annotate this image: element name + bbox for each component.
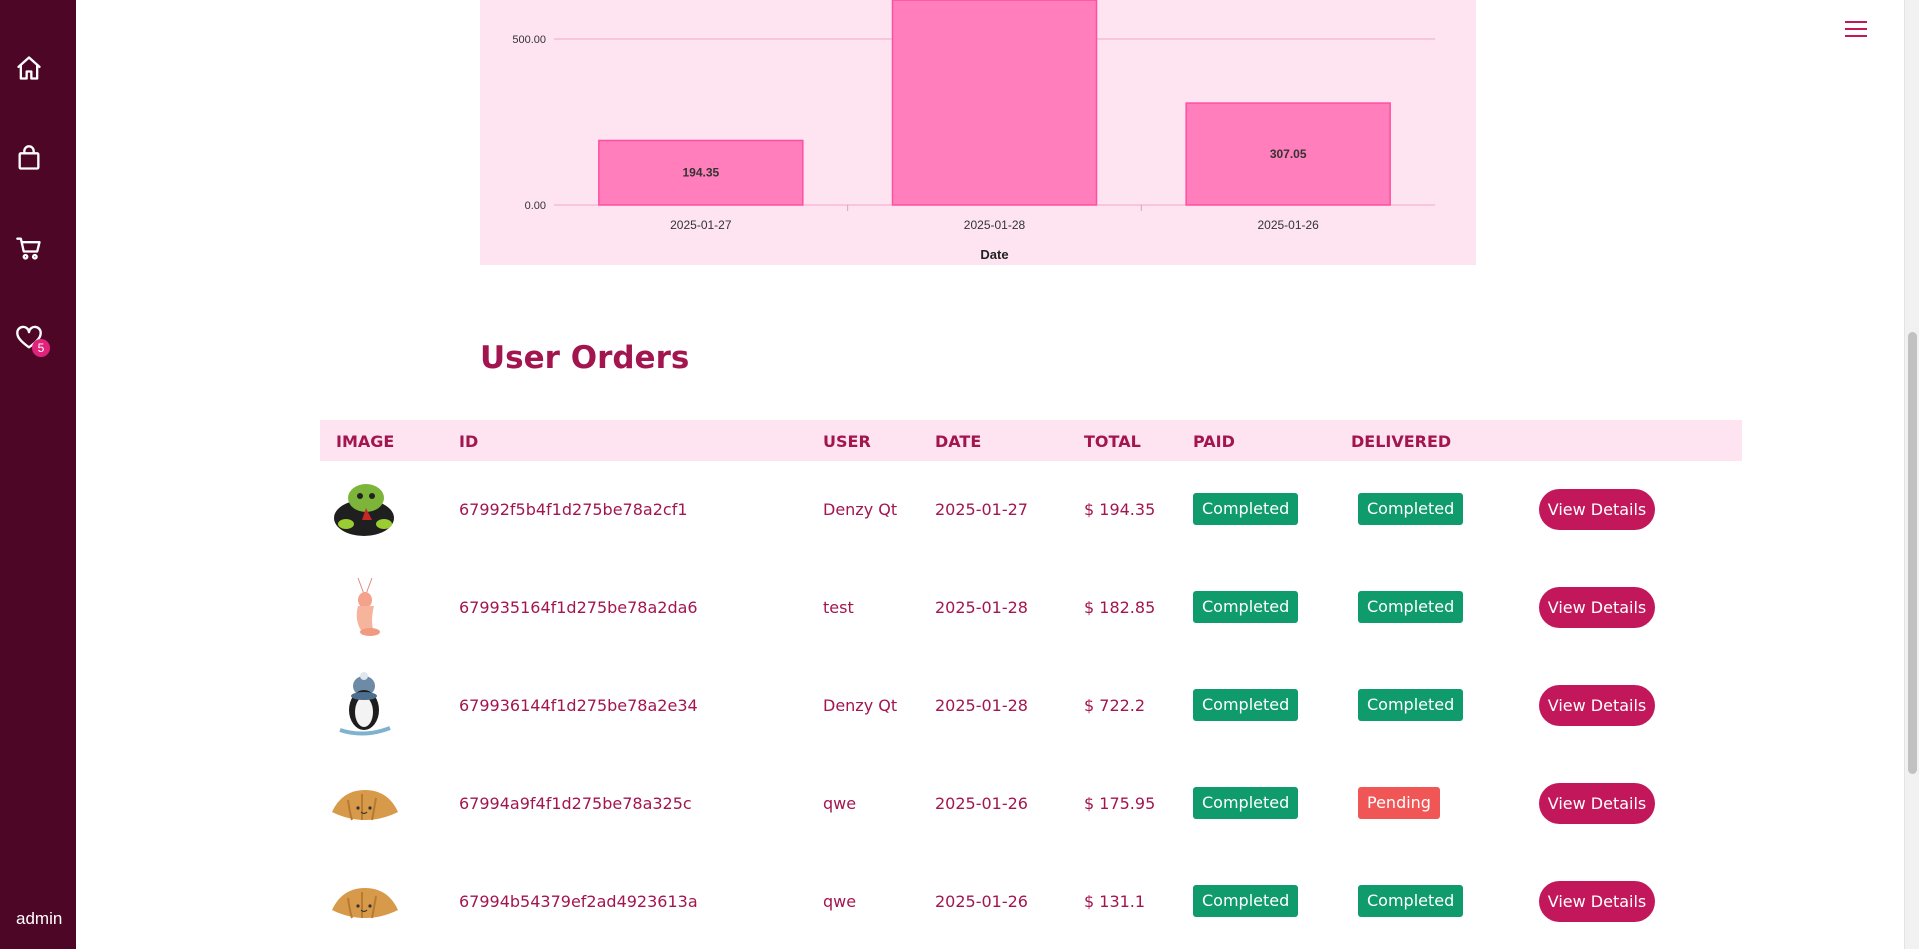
cart-icon[interactable] — [13, 232, 45, 264]
order-id: 679935164f1d275be78a2da6 — [459, 598, 698, 617]
delivered-status-badge: Completed — [1358, 493, 1464, 525]
view-details-button[interactable]: View Details — [1539, 881, 1655, 922]
order-user: qwe — [823, 892, 857, 911]
table-row: 679936144f1d275be78a2e34 Denzy Qt 2025-01-… — [320, 656, 1742, 754]
order-user: Denzy Qt — [823, 696, 898, 715]
table-row: 67992f5b4f1d275be78a2cf1 Denzy Qt 2025-01-… — [320, 460, 1742, 558]
product-thumbnail — [328, 672, 402, 738]
delivered-status-badge: Completed — [1358, 591, 1464, 623]
delivered-status-badge: Pending — [1358, 787, 1440, 819]
header-delivered: DELIVERED — [1351, 432, 1452, 451]
view-details-button[interactable]: View Details — [1539, 587, 1655, 628]
header-id: ID — [459, 432, 479, 451]
order-id: 679936144f1d275be78a2e34 — [459, 696, 698, 715]
order-total: $ 722.2 — [1084, 696, 1146, 715]
bar-chart: 0.00 500.00 194.35 2025-01-27 2025-01-28 307.… — [512, 0, 1435, 262]
page-title: User Orders — [480, 340, 690, 376]
y-tick-label: 0.00 — [525, 200, 546, 212]
bar-data-label: 194.35 — [682, 166, 719, 180]
paid-status-badge: Completed — [1193, 885, 1299, 917]
home-icon[interactable] — [13, 52, 45, 84]
product-thumbnail — [328, 770, 402, 836]
table-row: 679935164f1d275be78a2da6 test 2025-01-28 $ … — [320, 558, 1742, 656]
sales-chart: 0.00 500.00 194.35 2025-01-27 2025-01-28 307.… — [480, 0, 1476, 265]
header-total: TOTAL — [1084, 432, 1141, 451]
user-label[interactable]: admin — [16, 909, 62, 929]
x-tick-label: 2025-01-28 — [964, 218, 1026, 232]
table-row: 67994a9f4f1d275be78a325c qwe 2025-01-26 $ 1… — [320, 754, 1742, 852]
order-user: qwe — [823, 794, 857, 813]
y-tick-label: 500.00 — [512, 34, 546, 46]
order-date: 2025-01-26 — [935, 794, 1028, 813]
paid-status-badge: Completed — [1193, 591, 1299, 623]
order-date: 2025-01-28 — [935, 696, 1028, 715]
paid-status-badge: Completed — [1193, 689, 1299, 721]
shopping-bag-icon[interactable] — [13, 142, 45, 174]
delivered-status-badge: Completed — [1358, 689, 1464, 721]
header-paid: PAID — [1193, 432, 1235, 451]
order-total: $ 194.35 — [1084, 500, 1156, 519]
vertical-scrollbar[interactable] — [1904, 0, 1919, 949]
order-date: 2025-01-28 — [935, 598, 1028, 617]
order-total: $ 175.95 — [1084, 794, 1156, 813]
order-date: 2025-01-27 — [935, 500, 1028, 519]
bar-data-label: 307.05 — [1270, 147, 1307, 161]
view-details-button[interactable]: View Details — [1539, 489, 1655, 530]
product-thumbnail — [328, 868, 402, 934]
order-id: 67992f5b4f1d275be78a2cf1 — [459, 500, 688, 519]
paid-status-badge: Completed — [1193, 787, 1299, 819]
order-user: test — [823, 598, 854, 617]
x-tick-label: 2025-01-26 — [1257, 218, 1319, 232]
header-user: USER — [823, 432, 871, 451]
wishlist-count-badge: 5 — [32, 339, 50, 357]
table-header — [320, 420, 1742, 461]
hamburger-menu-icon[interactable] — [1845, 19, 1869, 39]
order-total: $ 182.85 — [1084, 598, 1156, 617]
scrollbar-thumb[interactable] — [1908, 332, 1917, 774]
bar — [891, 0, 1098, 206]
view-details-button[interactable]: View Details — [1539, 783, 1655, 824]
delivered-status-badge: Completed — [1358, 885, 1464, 917]
order-id: 67994b54379ef2ad4923613a — [459, 892, 698, 911]
product-thumbnail — [328, 476, 402, 542]
order-user: Denzy Qt — [823, 500, 898, 519]
order-total: $ 131.1 — [1084, 892, 1146, 911]
sidebar: 5 admin — [0, 0, 76, 949]
x-axis-label: Date — [980, 247, 1008, 262]
order-date: 2025-01-26 — [935, 892, 1028, 911]
paid-status-badge: Completed — [1193, 493, 1299, 525]
x-tick-label: 2025-01-27 — [670, 218, 732, 232]
table-row: 67994b54379ef2ad4923613a qwe 2025-01-26 $ 1… — [320, 852, 1742, 950]
product-thumbnail — [328, 574, 402, 640]
header-date: DATE — [935, 432, 982, 451]
header-image: IMAGE — [336, 432, 395, 451]
order-id: 67994a9f4f1d275be78a325c — [459, 794, 692, 813]
view-details-button[interactable]: View Details — [1539, 685, 1655, 726]
